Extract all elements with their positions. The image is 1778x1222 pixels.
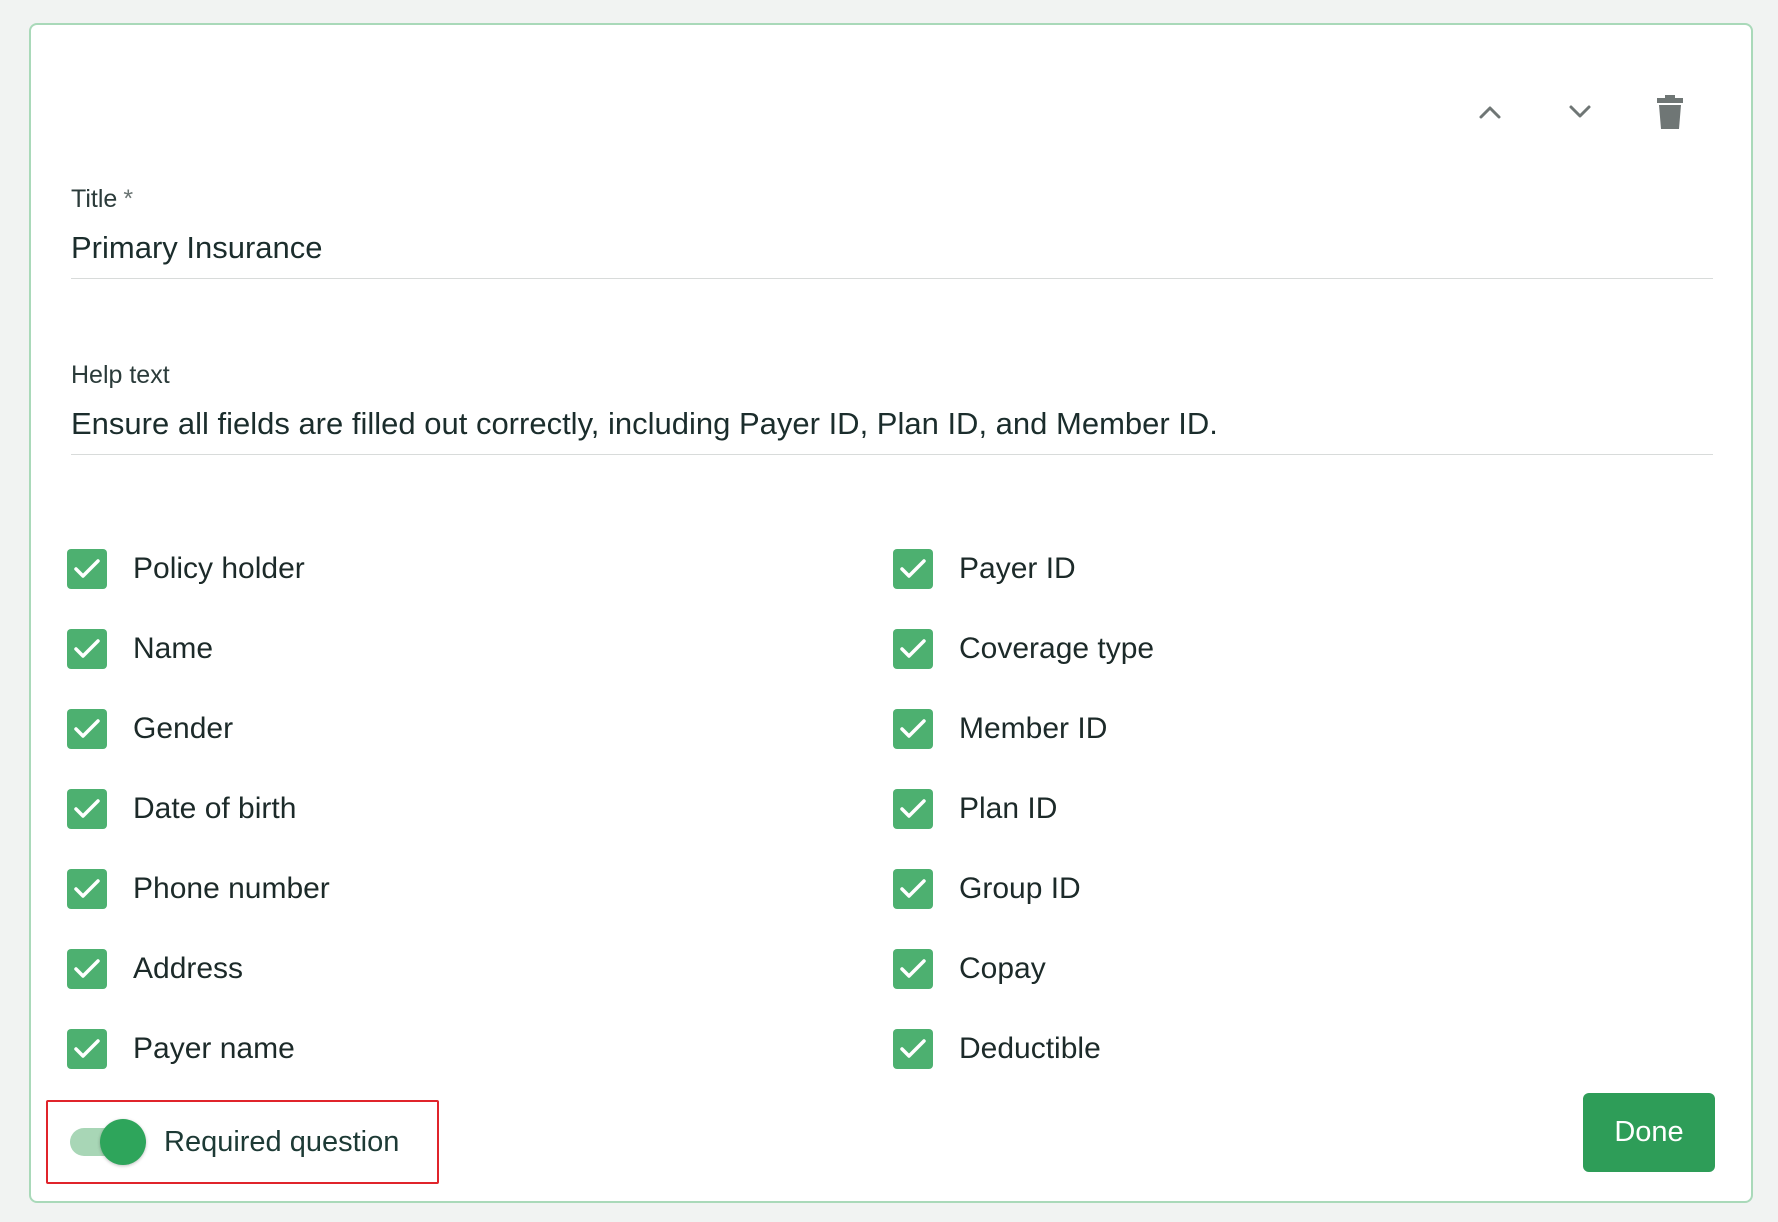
checkbox[interactable]: [893, 629, 933, 669]
title-field[interactable]: Title * Primary Insurance: [71, 185, 1713, 279]
checkbox-label: Phone number: [133, 872, 330, 905]
check-icon: [900, 1039, 926, 1058]
field-option-checkbox[interactable]: Copay: [893, 949, 1719, 989]
trash-icon: [1657, 95, 1683, 129]
field-option-checkbox[interactable]: Address: [67, 949, 893, 989]
field-option-checkbox[interactable]: Payer name: [67, 1029, 893, 1069]
check-icon: [74, 639, 100, 658]
check-icon: [900, 639, 926, 658]
checkbox-label: Group ID: [959, 872, 1081, 905]
field-option-checkbox[interactable]: Coverage type: [893, 629, 1719, 669]
title-label: Title *: [71, 185, 134, 213]
field-option-checkbox[interactable]: Deductible: [893, 1029, 1719, 1069]
checkbox[interactable]: [893, 549, 933, 589]
checkbox[interactable]: [67, 949, 107, 989]
checkbox[interactable]: [67, 1029, 107, 1069]
field-option-checkbox[interactable]: Policy holder: [67, 549, 893, 589]
checkbox-label: Plan ID: [959, 792, 1058, 825]
checkbox[interactable]: [893, 949, 933, 989]
checkbox-label: Date of birth: [133, 792, 297, 825]
field-option-checkbox[interactable]: Phone number: [67, 869, 893, 909]
checkbox[interactable]: [893, 709, 933, 749]
move-down-button[interactable]: [1555, 87, 1605, 137]
checkbox-label: Policy holder: [133, 552, 305, 585]
chevron-down-icon: [1569, 105, 1591, 118]
checkbox[interactable]: [893, 869, 933, 909]
checkbox[interactable]: [893, 789, 933, 829]
checkbox[interactable]: [67, 869, 107, 909]
check-icon: [74, 719, 100, 738]
field-options-grid: Policy holder Payer ID Name Coverage type Ge…: [67, 549, 1727, 1069]
title-input[interactable]: Primary Insurance: [71, 230, 1713, 279]
check-icon: [74, 959, 100, 978]
check-icon: [74, 559, 100, 578]
required-asterisk: *: [123, 185, 134, 213]
checkbox[interactable]: [67, 789, 107, 829]
field-option-checkbox[interactable]: Plan ID: [893, 789, 1719, 829]
checkbox-label: Payer ID: [959, 552, 1076, 585]
check-icon: [74, 1039, 100, 1058]
checkbox-label: Gender: [133, 712, 234, 745]
toggle-thumb: [100, 1119, 146, 1165]
check-icon: [74, 879, 100, 898]
delete-button[interactable]: [1645, 87, 1695, 137]
checkbox-label: Address: [133, 952, 244, 985]
required-question-label: Required question: [164, 1125, 400, 1158]
check-icon: [900, 959, 926, 978]
help-text-field[interactable]: Help text Ensure all fields are filled o…: [71, 361, 1713, 455]
required-question-toggle-group: Required question: [46, 1100, 439, 1184]
field-option-checkbox[interactable]: Date of birth: [67, 789, 893, 829]
field-option-checkbox[interactable]: Member ID: [893, 709, 1719, 749]
help-text-label: Help text: [71, 361, 170, 389]
checkbox[interactable]: [67, 549, 107, 589]
chevron-up-icon: [1479, 106, 1501, 119]
help-text-input[interactable]: Ensure all fields are filled out correct…: [71, 406, 1713, 455]
question-toolbar: [1465, 87, 1695, 137]
checkbox-label: Name: [133, 632, 214, 665]
checkbox-label: Coverage type: [959, 632, 1155, 665]
check-icon: [900, 799, 926, 818]
field-option-checkbox[interactable]: Group ID: [893, 869, 1719, 909]
checkbox[interactable]: [893, 1029, 933, 1069]
done-button[interactable]: Done: [1583, 1093, 1715, 1172]
field-option-checkbox[interactable]: Gender: [67, 709, 893, 749]
question-card: Title * Primary Insurance Help text Ensur…: [29, 23, 1753, 1203]
checkbox-label: Member ID: [959, 712, 1108, 745]
checkbox-label: Deductible: [959, 1032, 1101, 1065]
check-icon: [900, 879, 926, 898]
check-icon: [900, 719, 926, 738]
field-option-checkbox[interactable]: Name: [67, 629, 893, 669]
required-toggle-switch[interactable]: [70, 1119, 146, 1165]
checkbox-label: Copay: [959, 952, 1046, 985]
check-icon: [74, 799, 100, 818]
checkbox[interactable]: [67, 629, 107, 669]
field-option-checkbox[interactable]: Payer ID: [893, 549, 1719, 589]
checkbox-label: Payer name: [133, 1032, 295, 1065]
move-up-button[interactable]: [1465, 87, 1515, 137]
checkbox[interactable]: [67, 709, 107, 749]
check-icon: [900, 559, 926, 578]
